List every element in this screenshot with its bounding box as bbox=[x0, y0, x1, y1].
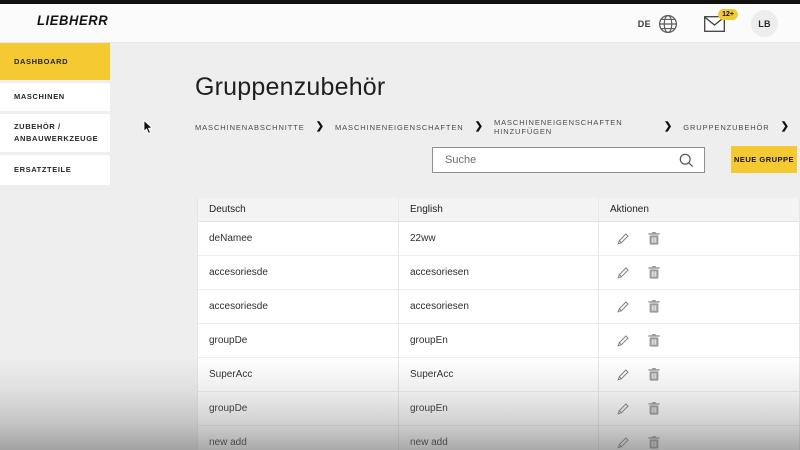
mail-count-badge: 12+ bbox=[718, 9, 738, 20]
header-actions: DE 12+ LB bbox=[638, 4, 778, 43]
cell-actions bbox=[599, 324, 800, 358]
sidebar-item-label: MASCHINEN bbox=[14, 91, 65, 103]
user-avatar[interactable]: LB bbox=[751, 10, 778, 37]
new-group-button[interactable]: NEUE GRUPPE bbox=[731, 146, 797, 173]
cell-english: 22ww bbox=[399, 222, 599, 256]
breadcrumb-item-maschineneigenschaften[interactable]: MASCHINENEIGENSCHAFTEN bbox=[335, 123, 464, 132]
cell-actions bbox=[599, 222, 800, 256]
cell-actions bbox=[599, 392, 800, 426]
column-header-aktionen: Aktionen bbox=[599, 198, 800, 222]
groups-table: Deutsch English Aktionen deNamee 22ww bbox=[197, 198, 800, 450]
cell-deutsch: deNamee bbox=[198, 222, 399, 256]
sidebar-item-maschinen[interactable]: MASCHINEN bbox=[0, 83, 110, 111]
cell-deutsch: accesoriesde bbox=[198, 256, 399, 290]
sidebar-item-label: DASHBOARD bbox=[14, 56, 68, 68]
cell-deutsch: groupDe bbox=[198, 392, 399, 426]
language-label[interactable]: DE bbox=[638, 19, 651, 29]
chevron-right-icon: ❯ bbox=[475, 122, 483, 132]
delete-button[interactable] bbox=[647, 232, 661, 246]
trash-icon bbox=[648, 266, 660, 279]
edit-button[interactable] bbox=[616, 436, 630, 450]
sidebar-item-label: ZUBEHÖR / ANBAUWERKZEUGE bbox=[14, 121, 102, 145]
search-input[interactable] bbox=[433, 154, 679, 166]
trash-icon bbox=[648, 368, 660, 381]
delete-button[interactable] bbox=[647, 300, 661, 314]
table-row: accesoriesde accesoriesen bbox=[198, 290, 800, 324]
edit-button[interactable] bbox=[616, 266, 630, 280]
edit-button[interactable] bbox=[616, 334, 630, 348]
sidebar-item-dashboard[interactable]: DASHBOARD bbox=[0, 43, 110, 80]
cell-deutsch: SuperAcc bbox=[198, 358, 399, 392]
search-icon[interactable] bbox=[679, 153, 694, 168]
trash-icon bbox=[648, 436, 660, 449]
cell-actions bbox=[599, 256, 800, 290]
table-row: groupDe groupEn bbox=[198, 392, 800, 426]
cell-deutsch: groupDe bbox=[198, 324, 399, 358]
sidebar-item-ersatzteile[interactable]: ERSATZTEILE bbox=[0, 155, 110, 185]
table-row: deNamee 22ww bbox=[198, 222, 800, 256]
chevron-right-icon: ❯ bbox=[316, 122, 324, 132]
cell-english: new add bbox=[399, 426, 599, 450]
edit-button[interactable] bbox=[616, 402, 630, 416]
cell-english: accesoriesen bbox=[399, 290, 599, 324]
breadcrumb-item-maschineneigenschaften-hinzufuegen[interactable]: MASCHINENEIGENSCHAFTEN HINZUFÜGEN bbox=[494, 118, 653, 136]
cell-english: accesoriesen bbox=[399, 256, 599, 290]
cell-actions bbox=[599, 290, 800, 324]
table-header-row: Deutsch English Aktionen bbox=[198, 198, 800, 222]
trash-icon bbox=[648, 300, 660, 313]
table-row: accesoriesde accesoriesen bbox=[198, 256, 800, 290]
table-row: SuperAcc SuperAcc bbox=[198, 358, 800, 392]
pencil-icon bbox=[617, 436, 630, 449]
cell-deutsch: new add bbox=[198, 426, 399, 450]
delete-button[interactable] bbox=[647, 334, 661, 348]
breadcrumb-item-gruppenzubehoer[interactable]: GRUPPENZUBEHÖR bbox=[683, 123, 769, 132]
table-row: groupDe groupEn bbox=[198, 324, 800, 358]
globe-icon[interactable] bbox=[658, 14, 678, 34]
cell-english: groupEn bbox=[399, 392, 599, 426]
app-header: LIEBHERR DE 12+ LB bbox=[0, 4, 800, 43]
table-body: deNamee 22ww accesories bbox=[198, 222, 800, 450]
column-header-english: English bbox=[399, 198, 599, 222]
trash-icon bbox=[648, 232, 660, 245]
breadcrumb-item-maschinenabschnitte[interactable]: MASCHINENABSCHNITTE bbox=[195, 123, 305, 132]
pencil-icon bbox=[617, 368, 630, 381]
cell-english: groupEn bbox=[399, 324, 599, 358]
cell-actions bbox=[599, 426, 800, 450]
edit-button[interactable] bbox=[616, 232, 630, 246]
chevron-right-icon: ❯ bbox=[781, 122, 789, 132]
delete-button[interactable] bbox=[647, 436, 661, 450]
mail-button[interactable]: 12+ bbox=[704, 16, 725, 32]
sidebar-item-zubehoer-anbauwerkzeuge[interactable]: ZUBEHÖR / ANBAUWERKZEUGE bbox=[0, 114, 110, 152]
pencil-icon bbox=[617, 402, 630, 415]
breadcrumb: MASCHINENABSCHNITTE ❯ MASCHINENEIGENSCHA… bbox=[195, 118, 800, 136]
delete-button[interactable] bbox=[647, 402, 661, 416]
mouse-cursor bbox=[143, 120, 154, 135]
pencil-icon bbox=[617, 334, 630, 347]
page-title: Gruppenzubehör bbox=[195, 73, 385, 102]
chevron-right-icon: ❯ bbox=[664, 122, 672, 132]
cell-english: SuperAcc bbox=[399, 358, 599, 392]
delete-button[interactable] bbox=[647, 266, 661, 280]
sidebar: DASHBOARD MASCHINEN ZUBEHÖR / ANBAUWERKZ… bbox=[0, 43, 110, 188]
search-box bbox=[432, 147, 705, 173]
pencil-icon bbox=[617, 300, 630, 313]
pencil-icon bbox=[617, 232, 630, 245]
column-header-deutsch: Deutsch bbox=[198, 198, 399, 222]
trash-icon bbox=[648, 334, 660, 347]
delete-button[interactable] bbox=[647, 368, 661, 382]
table-row: new add new add bbox=[198, 426, 800, 450]
liebherr-logo: LIEBHERR bbox=[37, 13, 108, 29]
edit-button[interactable] bbox=[616, 300, 630, 314]
app-window: LIEBHERR DE 12+ LB DASHBOARD bbox=[0, 0, 800, 450]
trash-icon bbox=[648, 402, 660, 415]
cell-actions bbox=[599, 358, 800, 392]
edit-button[interactable] bbox=[616, 368, 630, 382]
cell-deutsch: accesoriesde bbox=[198, 290, 399, 324]
sidebar-item-label: ERSATZTEILE bbox=[14, 164, 71, 176]
pencil-icon bbox=[617, 266, 630, 279]
